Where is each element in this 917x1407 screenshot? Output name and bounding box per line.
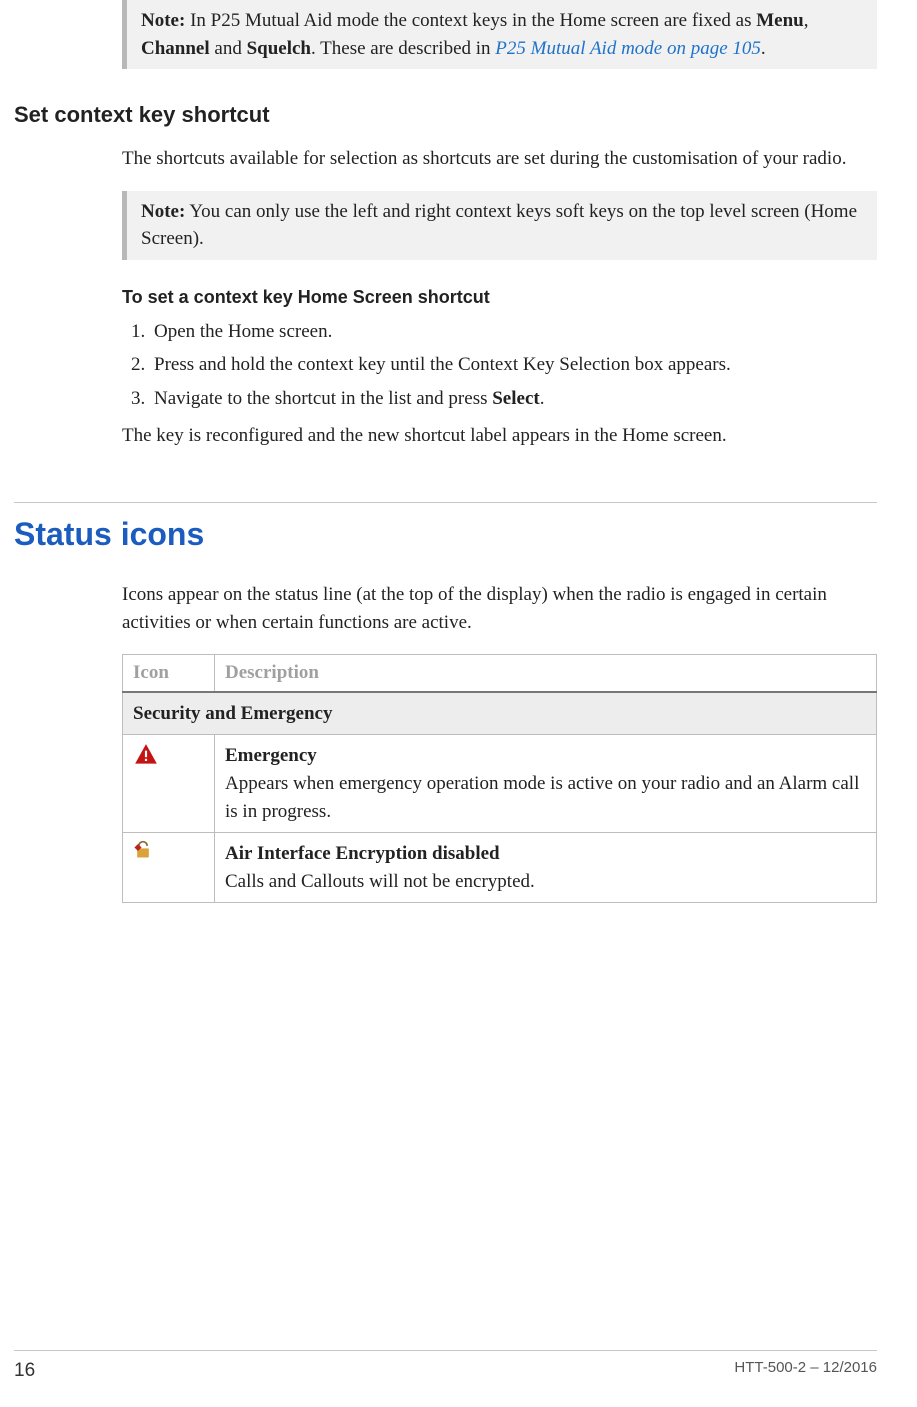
table-row: Air Interface Encryption disabled Calls …	[123, 833, 877, 903]
paragraph: The shortcuts available for selection as…	[122, 145, 877, 173]
table-group-security: Security and Emergency	[123, 692, 877, 735]
step-1: Open the Home screen.	[150, 318, 877, 346]
table-header-description: Description	[215, 655, 877, 692]
table-row: Emergency Appears when emergency operati…	[123, 735, 877, 833]
page-footer: 16 HTT-500-2 – 12/2016	[14, 1350, 877, 1385]
step-2: Press and hold the context key until the…	[150, 351, 877, 379]
heading-procedure: To set a context key Home Screen shortcu…	[122, 284, 877, 310]
note-context-keys: Note: You can only use the left and righ…	[122, 191, 877, 260]
emergency-icon	[133, 742, 159, 768]
row-title: Emergency	[225, 745, 317, 766]
status-icons-table: Icon Description Security and Emergency	[122, 654, 877, 903]
xref-p25-mutual-aid[interactable]: P25 Mutual Aid mode on page 105	[495, 38, 761, 59]
heading-set-context-key: Set context key shortcut	[14, 99, 877, 131]
row-text: Appears when emergency operation mode is…	[225, 773, 859, 822]
step-3: Navigate to the shortcut in the list and…	[150, 385, 877, 413]
procedure-list: Open the Home screen. Press and hold the…	[122, 318, 877, 413]
page-number: 16	[14, 1357, 35, 1385]
icon-cell	[123, 833, 215, 903]
note-bold: Squelch	[247, 38, 311, 59]
note-label: Note:	[141, 10, 185, 31]
note-p25: Note: In P25 Mutual Aid mode the context…	[122, 0, 877, 69]
table-header-icon: Icon	[123, 655, 215, 692]
note-text: You can only use the left and right cont…	[141, 201, 857, 250]
paragraph: Icons appear on the status line (at the …	[122, 581, 877, 636]
note-label: Note:	[141, 201, 185, 222]
note-text: In P25 Mutual Aid mode the context keys …	[185, 10, 756, 31]
description-cell: Air Interface Encryption disabled Calls …	[215, 833, 877, 903]
icon-cell	[123, 735, 215, 833]
heading-status-icons: Status icons	[14, 511, 877, 557]
note-bold: Channel	[141, 38, 210, 59]
encryption-disabled-icon	[133, 840, 153, 860]
note-bold: Menu	[756, 10, 804, 31]
paragraph: The key is reconfigured and the new shor…	[122, 422, 877, 450]
row-text: Calls and Callouts will not be encrypted…	[225, 871, 535, 892]
row-title: Air Interface Encryption disabled	[225, 843, 500, 864]
description-cell: Emergency Appears when emergency operati…	[215, 735, 877, 833]
document-id: HTT-500-2 – 12/2016	[734, 1357, 877, 1379]
section-divider	[14, 502, 877, 503]
